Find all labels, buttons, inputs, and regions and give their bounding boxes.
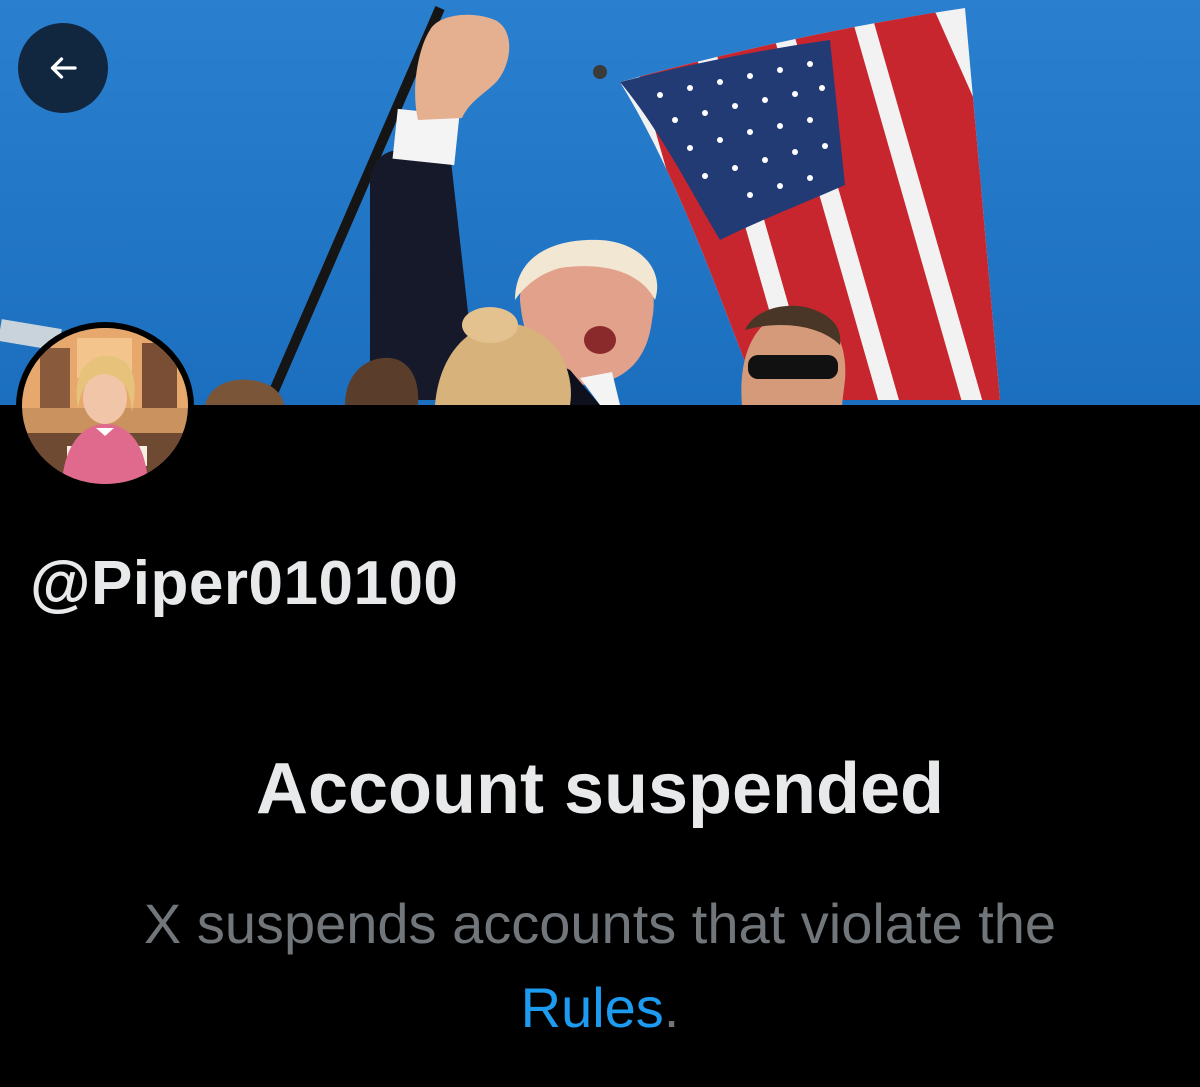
suspension-message-text: X suspends accounts that violate the xyxy=(143,892,1057,955)
rules-link[interactable]: Rules xyxy=(521,976,664,1039)
header-banner-image xyxy=(0,0,1200,405)
account-suspended-title: Account suspended xyxy=(255,749,945,829)
suspension-message: X suspends accounts that violate the Rul… xyxy=(80,882,1120,1050)
avatar[interactable] xyxy=(16,322,194,490)
profile-avatar-illustration xyxy=(22,328,188,484)
suspension-message-period: . xyxy=(663,976,680,1039)
back-button[interactable] xyxy=(18,23,108,113)
profile-page: @Piper010100 Account suspended X suspend… xyxy=(0,0,1200,1087)
arrow-left-icon xyxy=(50,57,77,79)
profile-handle: @Piper010100 xyxy=(30,549,459,618)
